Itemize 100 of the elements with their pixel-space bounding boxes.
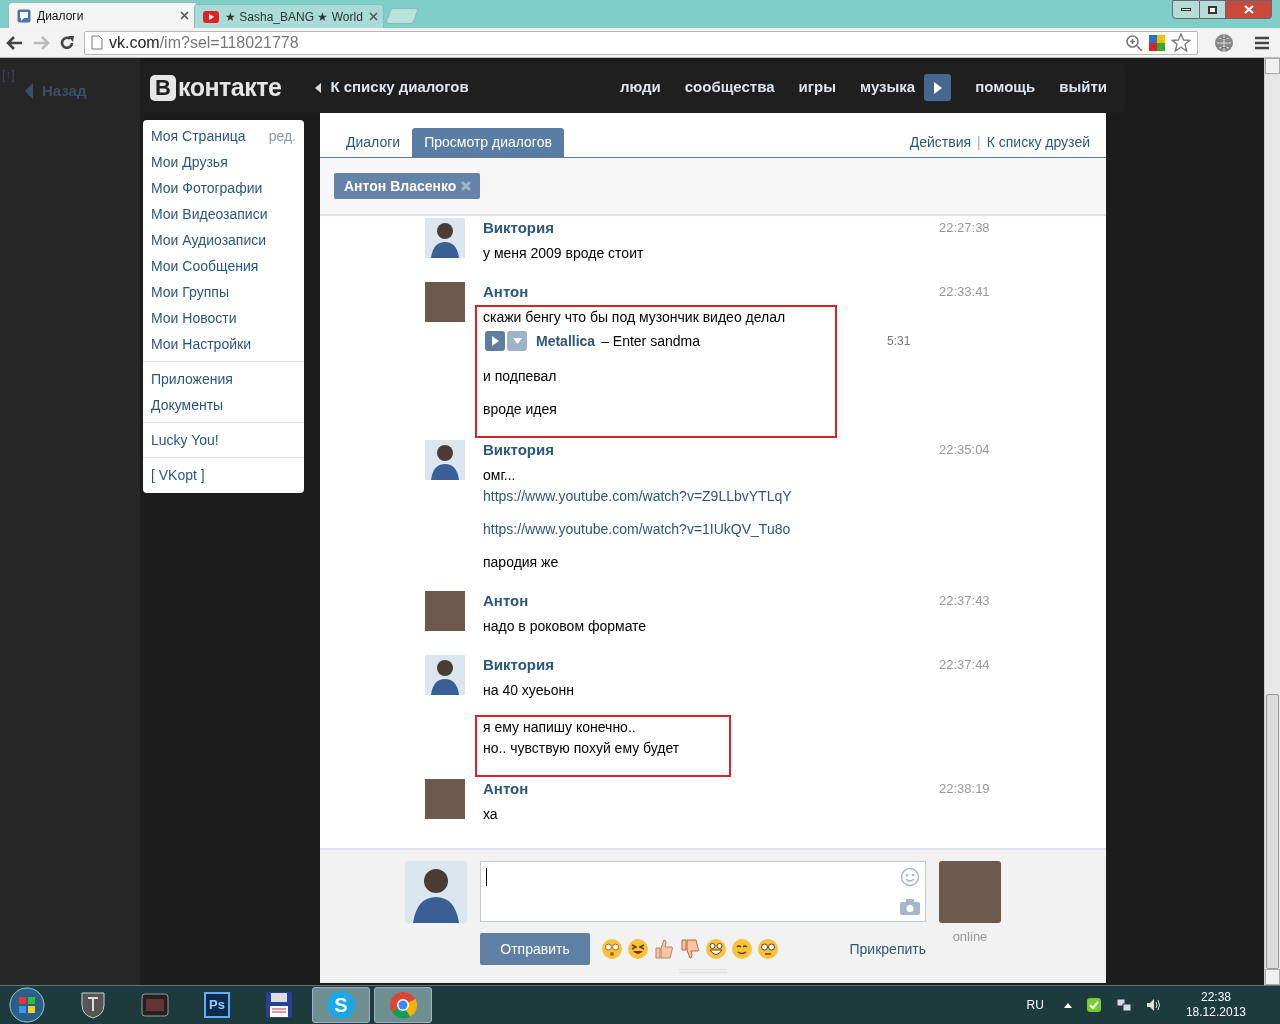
photoshop-icon: Ps (204, 992, 230, 1018)
sidebar-item[interactable]: Приложения (151, 368, 233, 390)
music-play-button[interactable] (924, 74, 952, 101)
start-button[interactable] (8, 986, 46, 1024)
avatar-drawing[interactable] (425, 655, 465, 695)
sender-name[interactable]: Виктория (483, 440, 939, 460)
tab-title: ★ Sasha_BANG ★ World (225, 8, 363, 26)
sidebar-item[interactable]: Моя Страница (151, 125, 246, 147)
sidebar-item[interactable]: Мои Видеозаписи (151, 203, 268, 225)
taskbar-app[interactable]: Ps (188, 987, 246, 1023)
minimize-button[interactable] (1172, 0, 1200, 19)
caret-icon (315, 82, 322, 93)
nav-link[interactable]: помощь (975, 76, 1036, 99)
flushed-emoji-icon[interactable] (601, 938, 623, 960)
dialog-tab[interactable]: Диалоги (334, 128, 413, 157)
message-link[interactable]: https://www.youtube.com/watch?v=1IUkQV_Tu8o (483, 519, 937, 540)
audio-artist[interactable]: Metallica (536, 330, 596, 352)
back-icon[interactable] (6, 34, 24, 51)
audio-duration: 5:31 (887, 333, 911, 350)
sender-name[interactable]: Виктория (483, 218, 939, 238)
separator: | (977, 133, 981, 152)
friends-list-link[interactable]: К списку друзей (986, 132, 1090, 153)
avatar-drawing[interactable] (425, 440, 465, 480)
message-time: 22:27:38 (939, 219, 990, 237)
screen-icon (141, 993, 169, 1017)
message-time: 22:37:44 (939, 656, 990, 674)
nav-link[interactable]: выйти (1059, 76, 1107, 99)
menu-icon[interactable] (1254, 35, 1270, 50)
skype-icon: S (327, 991, 355, 1019)
message-text: на 40 хуеьонн (483, 681, 576, 700)
dialog-tab[interactable]: Просмотр диалогов (412, 128, 564, 157)
chat-icon (17, 8, 31, 23)
globe-icon[interactable] (1214, 32, 1234, 53)
shield-icon (80, 991, 106, 1019)
restore-button[interactable] (1200, 0, 1226, 19)
thumbs-up-icon[interactable] (653, 938, 675, 960)
language-indicator[interactable]: RU (1026, 996, 1044, 1014)
eye-roll-emoji-icon[interactable] (757, 938, 779, 960)
audio-play-button[interactable] (485, 331, 505, 351)
sidebar-item[interactable]: Документы (151, 394, 224, 416)
nav-link[interactable]: сообщества (684, 76, 775, 99)
nav-link[interactable]: люди (619, 76, 661, 99)
nav-link[interactable]: игры (798, 76, 837, 99)
message-text: пародия же (483, 553, 560, 572)
sender-name[interactable]: Виктория (483, 655, 939, 675)
check-icon[interactable] (1085, 997, 1102, 1013)
tab-title: Диалоги (37, 7, 85, 25)
nav-link[interactable]: музыка (860, 76, 916, 99)
message-time: 22:38:19 (939, 780, 990, 798)
scrollbar[interactable] (1264, 58, 1280, 985)
sidebar-item[interactable]: Мои Фотографии (151, 177, 263, 199)
sidebar-item[interactable]: Мои Аудиозаписи (151, 229, 267, 251)
back-to-dialogs-link[interactable]: К списку диалогов (330, 76, 469, 99)
avatar-drawing[interactable] (405, 861, 467, 923)
close-icon (1243, 5, 1254, 14)
star-icon[interactable] (1171, 33, 1191, 52)
avatar-drawing[interactable] (425, 218, 465, 258)
play-icon (203, 10, 219, 23)
message-link[interactable]: https://www.youtube.com/watch?v=Z9LLbvYTLqY (483, 486, 937, 507)
url-text: vk.com/im?sel=118021778 (109, 32, 300, 53)
sender-name[interactable]: Антон (483, 779, 939, 799)
message-time: 22:33:41 (939, 283, 990, 301)
play-icon (933, 81, 942, 94)
network-icon[interactable] (1115, 997, 1132, 1013)
actions-link[interactable]: Действия (909, 132, 972, 153)
sidebar-item[interactable]: Мои Новости (151, 307, 237, 329)
send-button[interactable]: Отправить (480, 933, 590, 965)
address-bar[interactable]: vk.com/im?sel=118021778 (84, 30, 1198, 55)
browser-tab[interactable]: Диалоги (8, 2, 198, 28)
attach-link[interactable]: Прикрепить (849, 938, 926, 960)
recipient-chip[interactable]: Антон Власенко (334, 173, 481, 199)
smiling-emoji-icon[interactable] (731, 938, 753, 960)
sidebar-item[interactable]: Мои Настройки (151, 333, 251, 355)
caret-icon (512, 338, 522, 344)
browser-tab[interactable]: ★ Sasha_BANG ★ World (194, 4, 384, 28)
sender-name[interactable]: Антон (483, 591, 939, 611)
extension-icon[interactable] (1149, 34, 1165, 51)
sender-name[interactable]: Антон (483, 282, 939, 302)
sidebar-item[interactable]: Lucky You! (151, 429, 219, 451)
sidebar-item[interactable]: [ VKopt ] (151, 464, 205, 486)
sidebar-item[interactable]: Мои Группы (151, 281, 229, 303)
clock-date[interactable]: 18.12.2013 (1185, 1005, 1246, 1020)
tray-expand-icon[interactable] (1063, 1002, 1072, 1008)
grinning-emoji-icon[interactable] (705, 938, 727, 960)
sidebar-item[interactable]: Мои Друзья (151, 151, 228, 173)
reload-icon[interactable] (58, 33, 76, 52)
sidebar-item[interactable]: Мои Сообщения (151, 255, 259, 277)
zoom-icon[interactable] (1125, 33, 1143, 52)
message-text: и подпевал (483, 367, 558, 386)
audio-title: – Enter sandma (601, 331, 700, 351)
thumbs-down-icon[interactable] (679, 938, 701, 960)
close-icon[interactable] (180, 11, 189, 20)
close-button[interactable] (1226, 0, 1272, 19)
message-text: ха (483, 805, 499, 824)
close-icon[interactable] (368, 12, 378, 21)
speaker-icon[interactable] (1145, 997, 1162, 1013)
laughing-emoji-icon[interactable] (627, 938, 649, 960)
clock-time[interactable]: 22:38 (1200, 990, 1231, 1005)
logo-mark[interactable]: В (150, 74, 176, 101)
logo-text[interactable]: контакте (178, 75, 282, 100)
